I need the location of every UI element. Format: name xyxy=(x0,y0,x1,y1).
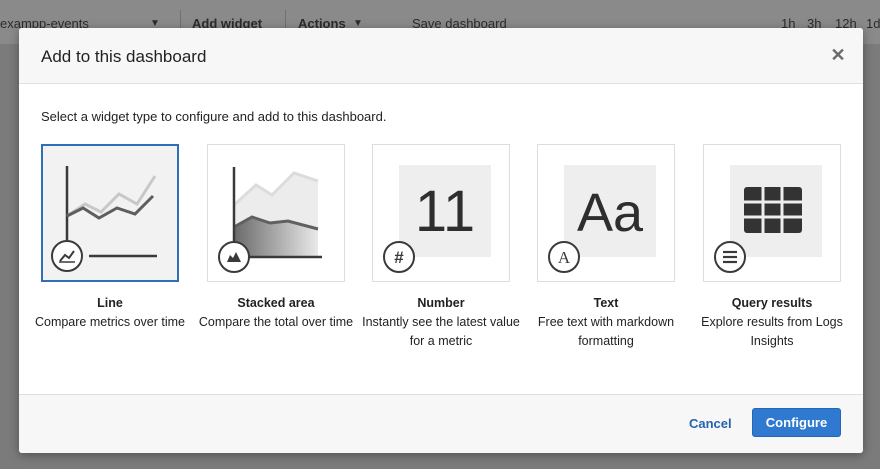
widget-name: Number xyxy=(417,296,465,310)
widget-tile-stacked-area[interactable] xyxy=(207,144,345,282)
hash-icon: # xyxy=(394,248,404,267)
widget-description: Compare metrics over time xyxy=(34,315,186,329)
widget-tile-number[interactable]: 11 # xyxy=(372,144,510,282)
widget-name: Text xyxy=(593,296,619,310)
widget-name: Stacked area xyxy=(237,296,315,310)
modal-footer: Cancel Configure xyxy=(19,394,863,453)
text-preview: Aa A xyxy=(538,145,674,281)
number-chart-preview: 11 # xyxy=(383,165,491,273)
close-icon[interactable]: ✕ xyxy=(829,46,847,64)
widget-description: Free text with markdown formatting xyxy=(537,315,675,348)
time-range-1d: 1d xyxy=(866,16,880,31)
modal-title: Add to this dashboard xyxy=(41,47,207,66)
widget-caption-line: Line Compare metrics over time xyxy=(27,294,193,332)
stacked-area-chart-preview xyxy=(218,167,322,273)
modal-subtitle: Select a widget type to configure and ad… xyxy=(41,109,387,124)
line-chart-preview xyxy=(51,166,157,272)
widget-name: Query results xyxy=(731,296,813,310)
widget-caption-number: Number Instantly see the latest value fo… xyxy=(358,294,524,351)
widget-tile-query-results[interactable] xyxy=(703,144,841,282)
number-preview-text: 11 xyxy=(415,179,475,244)
widget-description: Compare the total over time xyxy=(198,315,354,329)
configure-button[interactable]: Configure xyxy=(752,408,841,437)
modal-header: Add to this dashboard ✕ xyxy=(19,28,863,84)
text-icon: A xyxy=(558,248,571,267)
number-preview: 11 # xyxy=(373,145,509,281)
text-widget-preview: Aa A xyxy=(548,165,656,273)
widget-tile-line[interactable] xyxy=(41,144,179,282)
text-preview-text: Aa xyxy=(577,183,644,243)
widget-name: Line xyxy=(97,296,123,310)
stacked-area-preview xyxy=(208,145,344,281)
widget-caption-text: Text Free text with markdown formatting xyxy=(523,294,689,351)
widget-tile-text[interactable]: Aa A xyxy=(537,144,675,282)
widget-caption-stacked-area: Stacked area Compare the total over time xyxy=(193,294,359,332)
widget-description: Explore results from Logs Insights xyxy=(701,315,843,348)
widget-description: Instantly see the latest value for a met… xyxy=(362,315,520,348)
add-to-dashboard-modal: Add to this dashboard ✕ Select a widget … xyxy=(19,28,863,453)
query-results-preview xyxy=(704,145,840,281)
table-preview xyxy=(714,165,822,273)
line-preview xyxy=(43,146,177,280)
widget-caption-query-results: Query results Explore results from Logs … xyxy=(689,294,855,351)
cancel-button[interactable]: Cancel xyxy=(689,416,732,431)
